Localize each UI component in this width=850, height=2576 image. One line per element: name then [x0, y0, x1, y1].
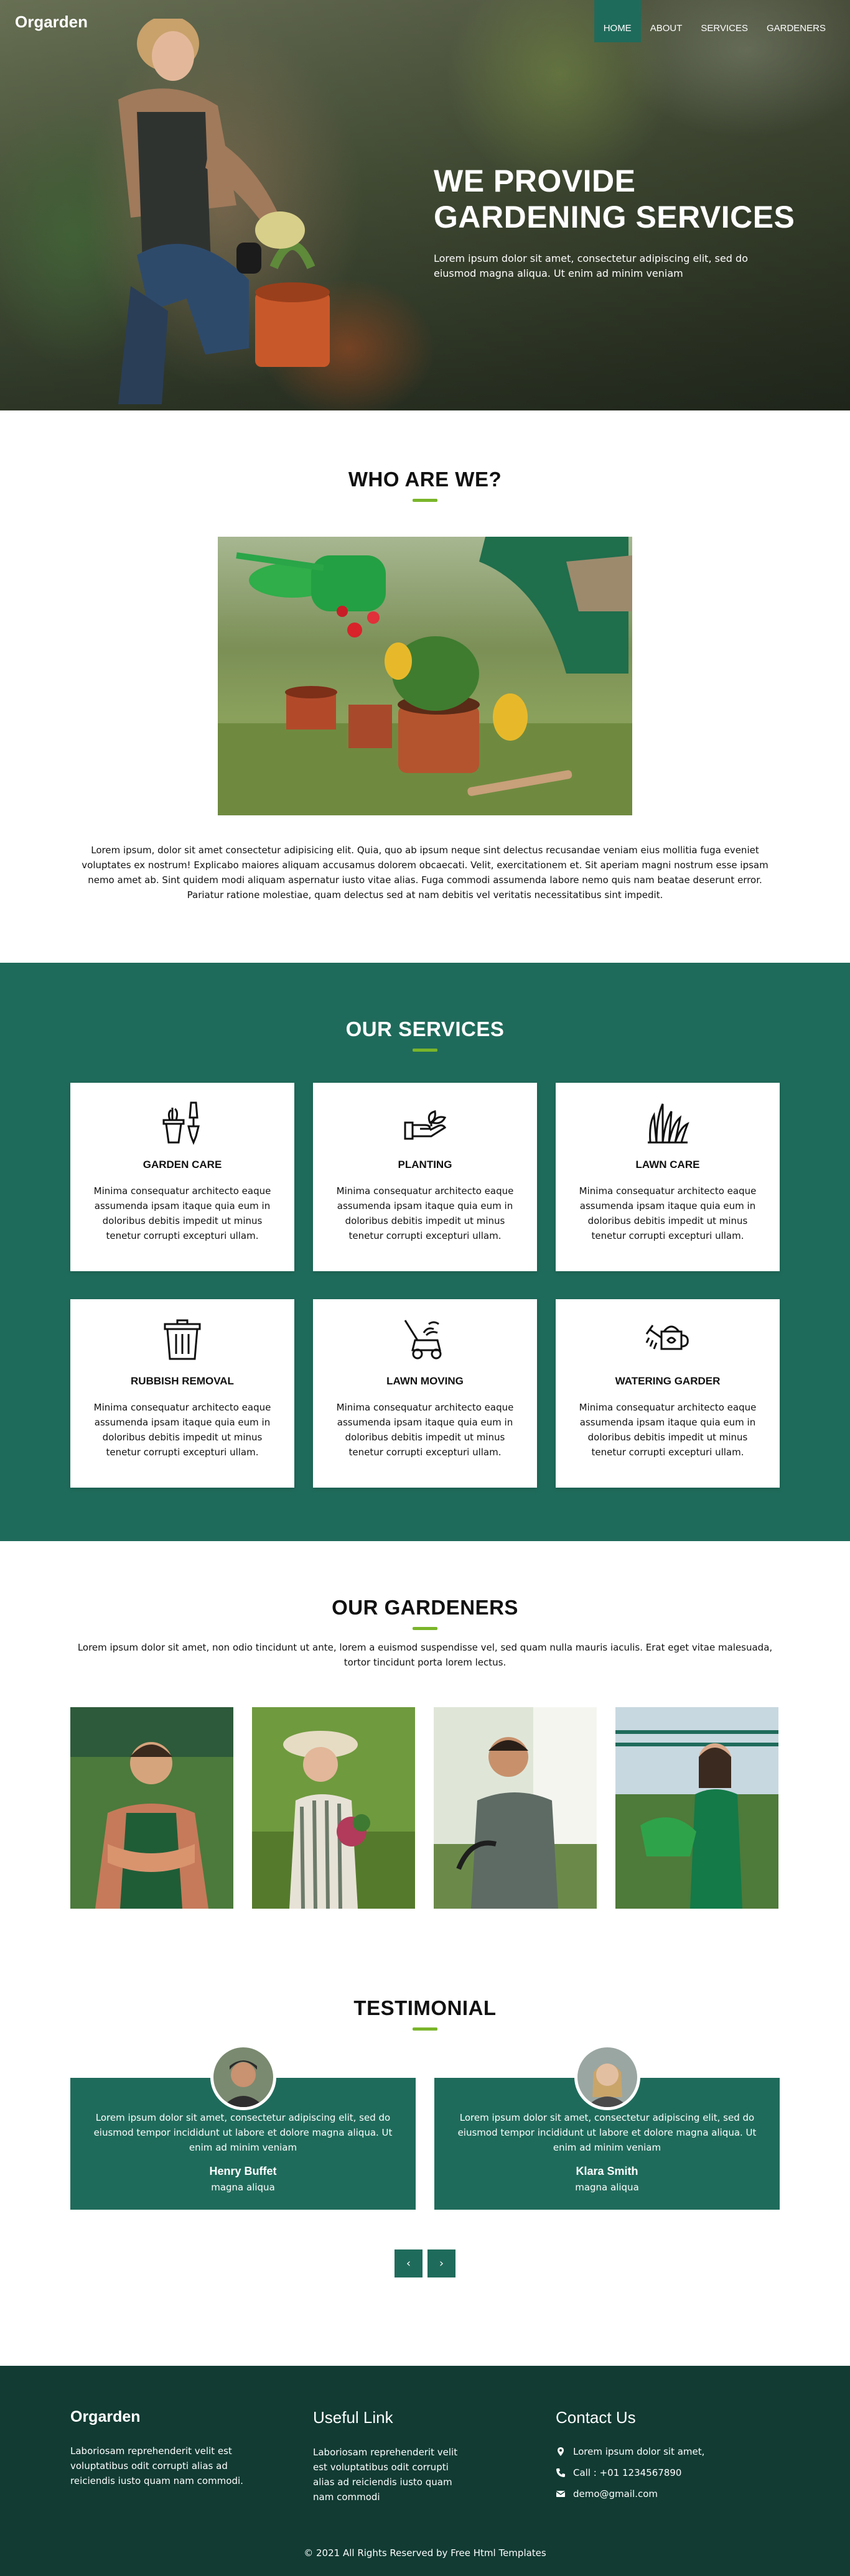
service-card-rubbish-removal[interactable]: RUBBISH REMOVAL Minima consequatur archi… [70, 1299, 294, 1488]
trash-bin-icon [164, 1319, 201, 1360]
avatar [210, 2044, 276, 2110]
lawn-mower-icon [404, 1320, 442, 1360]
hero-title: WE PROVIDE GARDENING SERVICES [434, 163, 807, 235]
testimonial-section: TESTIMONIAL Lorem ipsum dolor sit amet, … [0, 1939, 850, 2366]
hero-title-line1: WE PROVIDE [434, 164, 636, 198]
service-text: Minima consequatur architecto eaque assu… [579, 1185, 757, 1241]
carousel-next-button[interactable]: › [427, 2249, 455, 2277]
services-title-b: SERVICES [398, 1017, 505, 1040]
hero-gardener-image [118, 19, 330, 404]
nav-home[interactable]: HOME [594, 0, 641, 42]
service-title: WATERING GARDER [615, 1375, 721, 1387]
contact-list: Lorem ipsum dolor sit amet, Call : +01 1… [556, 2441, 780, 2504]
gardeners-title-b: GARDENERS [384, 1596, 518, 1619]
gardeners-title-a: OUR [332, 1596, 385, 1619]
testimonial-text: Lorem ipsum dolor sit amet, consectetur … [93, 2112, 393, 2153]
service-text: Minima consequatur architecto eaque assu… [336, 1402, 514, 1458]
gardener-photo [70, 1707, 233, 1909]
hero-section: Orgarden HOME ABOUT SERVICES GARDENERS W… [0, 0, 850, 410]
service-text: Minima consequatur architecto eaque assu… [93, 1402, 271, 1458]
phone-icon [556, 2468, 565, 2477]
testimonial-role: magna aliqua [575, 2182, 639, 2193]
hero-text: Lorem ipsum dolor sit amet, consectetur … [434, 253, 748, 279]
services-title: OUR SERVICES [0, 1017, 850, 1041]
nav-gardeners[interactable]: GARDENERS [757, 0, 835, 42]
testimonial-role: magna aliqua [211, 2182, 275, 2193]
gardener-photo [252, 1707, 415, 1909]
grass-icon [648, 1103, 689, 1144]
footer-links: Useful Link Laboriosam reprehenderit vel… [313, 2408, 556, 2504]
gardeners-grid [70, 1707, 780, 1909]
contact-phone[interactable]: Call : +01 1234567890 [556, 2462, 780, 2483]
carousel-prev-button[interactable]: ‹ [395, 2249, 423, 2277]
service-card-lawn-moving[interactable]: LAWN MOVING Minima consequatur architect… [313, 1299, 537, 1488]
footer-contact: Contact Us Lorem ipsum dolor sit amet, C… [556, 2408, 780, 2504]
main-nav: HOME ABOUT SERVICES GARDENERS [594, 0, 835, 42]
contact-email-text: demo@gmail.com [573, 2488, 658, 2500]
service-title: RUBBISH REMOVAL [131, 1375, 234, 1387]
service-title: LAWN CARE [635, 1159, 700, 1170]
service-title: PLANTING [398, 1159, 452, 1170]
contact-address: Lorem ipsum dolor sit amet, [556, 2441, 780, 2462]
hero-title-line2: GARDENING SERVICES [434, 200, 795, 234]
watering-can-icon [645, 1325, 689, 1350]
testimonial-name: Henry Buffet [209, 2165, 277, 2177]
title-underline [413, 1049, 437, 1052]
avatar [574, 2044, 640, 2110]
services-grid: GARDEN CARE Minima consequatur architect… [70, 1083, 780, 1488]
about-section: WHO ARE WE? Lorem ipsum, dolor sit amet … [0, 410, 850, 963]
testimonial-card: Lorem ipsum dolor sit amet, consectetur … [70, 2044, 416, 2210]
gardeners-section: OUR GARDENERS Lorem ipsum dolor sit amet… [0, 1541, 850, 1939]
footer-columns: Orgarden Laboriosam reprehenderit velit … [70, 2366, 780, 2504]
nav-services[interactable]: SERVICES [691, 0, 757, 42]
service-card-planting[interactable]: PLANTING Minima consequatur architecto e… [313, 1083, 537, 1271]
testimonial-title: TESTIMONIAL [353, 1996, 497, 2019]
title-underline [413, 2027, 437, 2031]
service-title: GARDEN CARE [142, 1159, 222, 1170]
service-card-lawn-care[interactable]: LAWN CARE Minima consequatur architecto … [556, 1083, 780, 1271]
footer-contact-title: Contact Us [556, 2408, 636, 2427]
nav-about[interactable]: ABOUT [641, 0, 692, 42]
contact-phone-text: Call : +01 1234567890 [573, 2467, 682, 2478]
contact-address-text: Lorem ipsum dolor sit amet, [573, 2446, 705, 2457]
contact-email[interactable]: demo@gmail.com [556, 2483, 780, 2504]
carousel-controls: ‹ › [0, 2249, 850, 2277]
envelope-icon [556, 2491, 566, 2497]
about-title: WHO ARE WE? [0, 468, 850, 491]
footer-links-text: Laboriosam reprehenderit velit est volup… [313, 2447, 458, 2503]
gardener-photo [615, 1707, 778, 1909]
footer: Orgarden Laboriosam reprehenderit velit … [0, 2366, 850, 2576]
service-card-garden-care[interactable]: GARDEN CARE Minima consequatur architect… [70, 1083, 294, 1271]
gardeners-text: Lorem ipsum dolor sit amet, non odio tin… [77, 1642, 773, 1668]
about-title-a: WHO [348, 468, 405, 491]
service-title: LAWN MOVING [386, 1375, 464, 1387]
hero-content: WE PROVIDE GARDENING SERVICES Lorem ipsu… [434, 163, 807, 281]
services-section: OUR SERVICES GARDEN CARE Minima consequa… [0, 963, 850, 1541]
service-card-watering-garder[interactable]: WATERING GARDER Minima consequatur archi… [556, 1299, 780, 1488]
title-underline [413, 1627, 437, 1630]
services-title-a: OUR [345, 1017, 399, 1040]
title-underline [413, 499, 437, 502]
service-text: Minima consequatur architecto eaque assu… [579, 1402, 757, 1458]
map-marker-icon [558, 2447, 564, 2456]
gardener-photo [434, 1707, 597, 1909]
footer-brand-text: Laboriosam reprehenderit velit est volup… [70, 2445, 243, 2486]
service-text: Minima consequatur architecto eaque assu… [336, 1185, 514, 1241]
footer-links-title: Useful Link [313, 2408, 393, 2427]
service-text: Minima consequatur architecto eaque assu… [93, 1185, 271, 1241]
about-text: Lorem ipsum, dolor sit amet consectetur … [82, 845, 768, 901]
about-image [218, 537, 632, 815]
site-logo[interactable]: Orgarden [15, 12, 88, 32]
gardeners-title: OUR GARDENERS [0, 1596, 850, 1619]
testimonial-text: Lorem ipsum dolor sit amet, consectetur … [457, 2112, 757, 2153]
footer-brand: Orgarden [70, 2408, 141, 2425]
garden-tools-icon [162, 1101, 200, 1146]
planting-hand-icon [404, 1110, 447, 1140]
testimonial-carousel: Lorem ipsum dolor sit amet, consectetur … [70, 2044, 780, 2210]
testimonial-name: Klara Smith [576, 2165, 638, 2177]
footer-about: Orgarden Laboriosam reprehenderit velit … [70, 2408, 313, 2504]
testimonial-card: Lorem ipsum dolor sit amet, consectetur … [434, 2044, 780, 2210]
about-title-b: ARE WE? [404, 468, 502, 491]
copyright: © 2021 All Rights Reserved by Free Html … [304, 2547, 546, 2559]
